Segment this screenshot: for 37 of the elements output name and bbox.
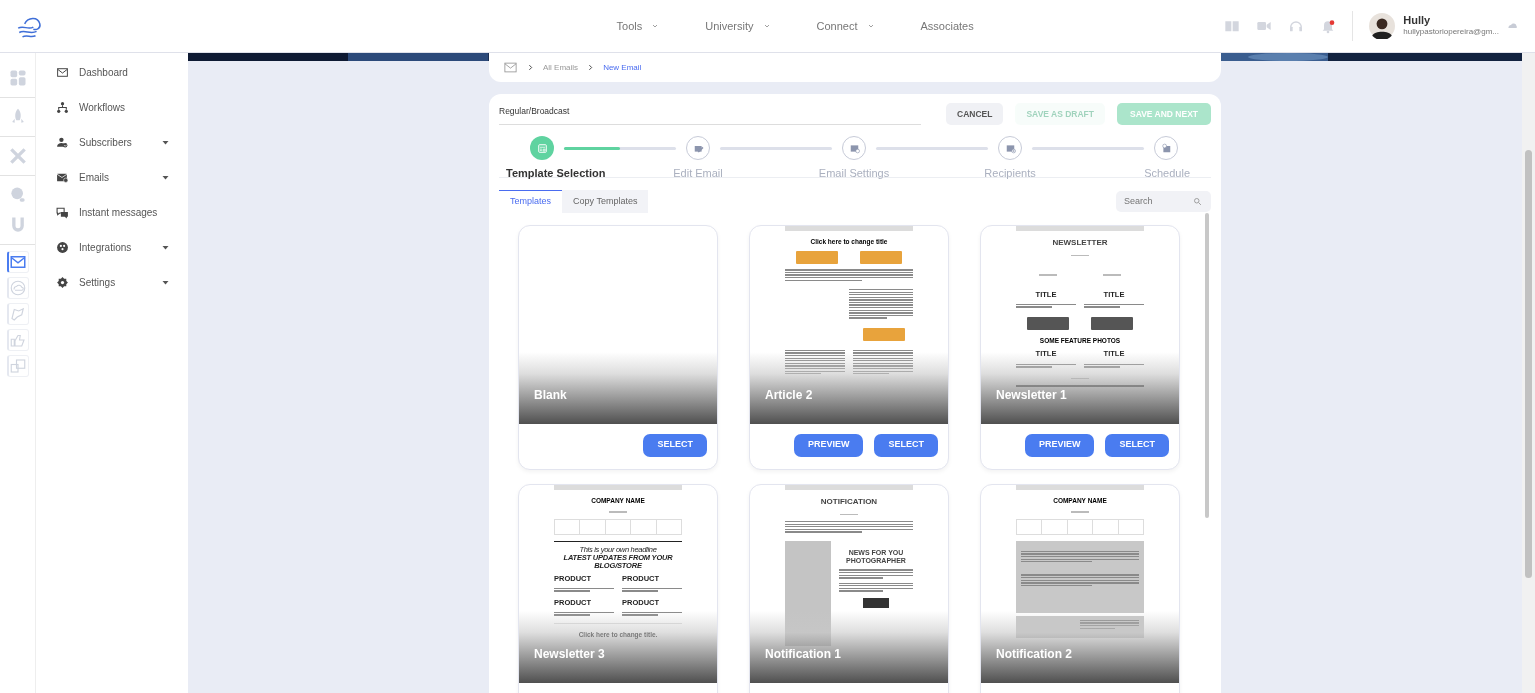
sidebar-item[interactable]: Settings: [36, 265, 188, 300]
template-button[interactable]: SELECT: [874, 433, 938, 457]
template-button[interactable]: SELECT: [643, 433, 707, 457]
step-label: Email Settings: [818, 166, 890, 181]
step-label: Schedule: [1144, 166, 1190, 181]
nav-link[interactable]: University: [682, 17, 794, 35]
template-name: Newsletter 1: [996, 386, 1067, 404]
nav-link[interactable]: Connect: [793, 17, 898, 35]
tab[interactable]: Copy Templates: [562, 190, 649, 213]
sidebar-item[interactable]: Instant messages: [36, 195, 188, 230]
template-button[interactable]: PREVIEW: [1024, 433, 1095, 457]
breadcrumb-link[interactable]: New Email: [603, 61, 642, 74]
nav-link[interactable]: Tools: [593, 17, 683, 35]
template-name: Notification 2: [996, 645, 1072, 663]
search-field[interactable]: Search: [1116, 190, 1211, 212]
template-name: Article 2: [765, 386, 813, 404]
sidebar-item[interactable]: Dashboard: [36, 55, 188, 90]
preview-heading: NEWSLETTER: [1051, 236, 1109, 249]
template-card[interactable]: Blank SELECT: [518, 224, 718, 470]
template-button[interactable]: SELECT: [1105, 433, 1169, 457]
template-name: Newsletter 3: [534, 645, 605, 663]
template-button[interactable]: PREVIEW: [793, 433, 864, 457]
sidebar-item[interactable]: Integrations: [36, 230, 188, 265]
template-name: Notification 1: [765, 645, 841, 663]
sidebar-item[interactable]: Subscribers: [36, 125, 188, 160]
user-email: hullypastoriopereira@gm...: [1403, 26, 1499, 39]
step-label: Recipients: [984, 166, 1036, 181]
sidebar-item[interactable]: Workflows: [36, 90, 188, 125]
step-label: Edit Email: [673, 166, 723, 181]
preview-heading: NOTIFICATION: [819, 495, 879, 508]
user-name: Hully: [1403, 13, 1432, 27]
action-button[interactable]: CANCEL: [946, 103, 1004, 125]
step-label: Template Selection: [506, 166, 606, 181]
sidebar-item[interactable]: Emails: [36, 160, 188, 195]
breadcrumb-link[interactable]: All Emails: [543, 61, 579, 74]
nav-link[interactable]: Associates: [897, 17, 997, 35]
template-name: Blank: [534, 386, 567, 404]
